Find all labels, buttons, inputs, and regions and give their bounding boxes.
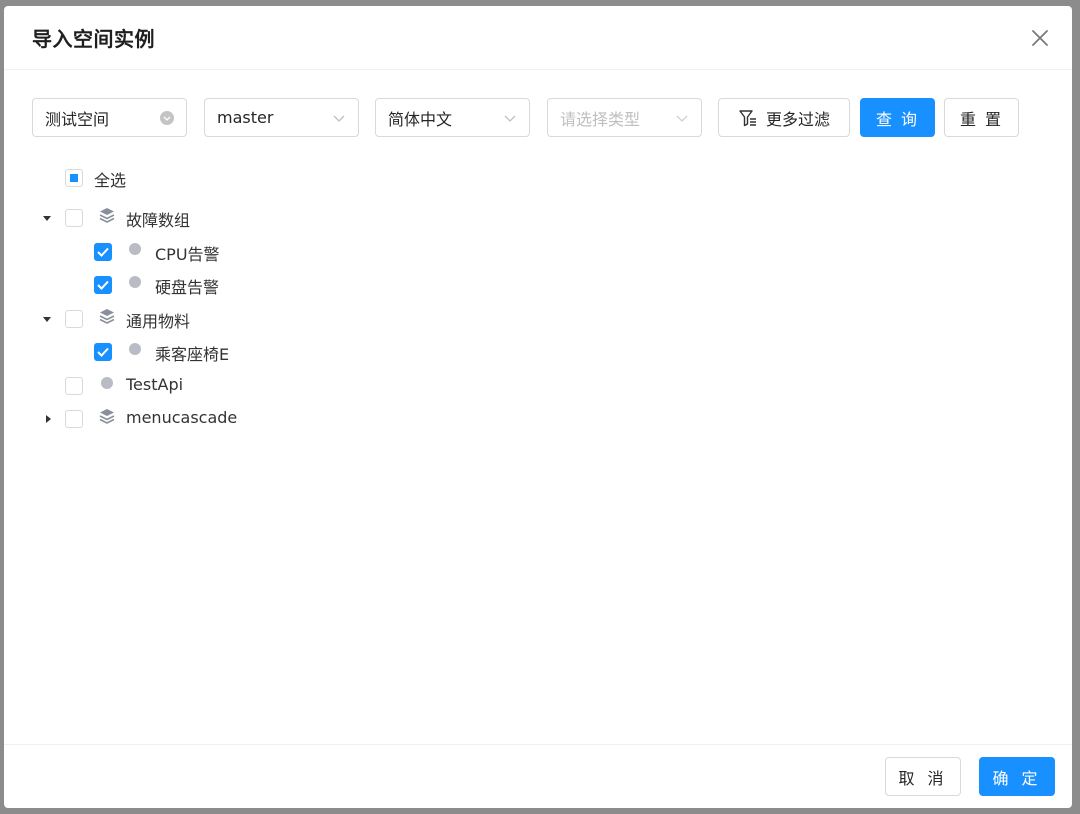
type-select-placeholder: 请选择类型 [560, 109, 641, 129]
tree-node-label: menucascade [126, 408, 238, 427]
language-select-value: 简体中文 [388, 109, 453, 129]
space-select-value: 测试空间 [45, 109, 110, 129]
dot-icon [129, 243, 141, 255]
dot-icon [129, 343, 141, 355]
dot-icon [101, 377, 113, 389]
tree-node[interactable]: 通用物料 [40, 304, 340, 334]
dialog-footer: 取 消 确 定 [4, 744, 1072, 808]
layers-icon [99, 309, 115, 324]
check-icon [97, 247, 109, 257]
more-filters-button[interactable]: 更多过滤 [718, 98, 850, 137]
query-button[interactable]: 查 询 [860, 98, 935, 137]
tree-node-label: 故障数组 [126, 211, 191, 230]
chevron-down-icon [333, 115, 345, 122]
chevron-down-icon [504, 115, 516, 122]
filter-icon [739, 109, 756, 126]
tree-node[interactable]: 乘客座椅E [40, 337, 340, 367]
check-icon [97, 347, 109, 357]
tree-node[interactable]: menucascade [40, 404, 340, 434]
tree-checkbox[interactable] [65, 209, 83, 227]
select-all-checkbox[interactable] [65, 169, 83, 187]
tree-checkbox[interactable] [94, 276, 112, 294]
clear-icon[interactable] [160, 110, 174, 125]
import-instance-dialog: 导入空间实例 测试空间 master 简体中文 请选择类型 更多过滤 查 询 重… [4, 6, 1072, 808]
branch-select[interactable]: master [204, 98, 359, 137]
layers-icon [99, 409, 115, 424]
dialog-title: 导入空间实例 [32, 27, 155, 51]
tree-checkbox[interactable] [94, 343, 112, 361]
tree-node-label: 乘客座椅E [155, 345, 230, 364]
tree-checkbox[interactable] [65, 410, 83, 428]
tree-node[interactable]: TestApi [40, 371, 340, 401]
dialog-header: 导入空间实例 [4, 6, 1072, 70]
reset-label: 重 置 [959, 109, 1004, 129]
space-select[interactable]: 测试空间 [32, 98, 187, 137]
select-all-label: 全选 [94, 171, 127, 190]
more-filters-label: 更多过滤 [765, 109, 830, 129]
branch-select-value: master [217, 108, 274, 127]
layers-icon [99, 208, 115, 223]
ok-label: 确 定 [992, 768, 1042, 788]
query-label: 查 询 [875, 109, 920, 129]
caret-down-icon[interactable] [42, 213, 52, 223]
check-icon [97, 280, 109, 290]
caret-down-icon[interactable] [42, 314, 52, 324]
reset-button[interactable]: 重 置 [944, 98, 1019, 137]
language-select[interactable]: 简体中文 [375, 98, 530, 137]
tree-checkbox[interactable] [94, 243, 112, 261]
tree-checkbox[interactable] [65, 377, 83, 395]
chevron-down-icon [676, 115, 688, 122]
dot-icon [129, 276, 141, 288]
tree-node[interactable]: 故障数组 [40, 203, 340, 233]
close-icon[interactable] [1028, 26, 1052, 50]
select-all-row[interactable]: 全选 [40, 163, 240, 193]
tree-node[interactable]: CPU告警 [40, 237, 340, 267]
tree-node-label: CPU告警 [155, 245, 220, 264]
cancel-label: 取 消 [898, 768, 948, 788]
caret-right-icon[interactable] [43, 414, 53, 424]
tree-node-label: 通用物料 [126, 312, 191, 331]
tree-node[interactable]: 硬盘告警 [40, 270, 340, 300]
type-select[interactable]: 请选择类型 [547, 98, 702, 137]
tree-node-label: 硬盘告警 [155, 278, 220, 297]
tree-node-label: TestApi [126, 375, 184, 394]
cancel-button[interactable]: 取 消 [885, 757, 961, 796]
tree-checkbox[interactable] [65, 310, 83, 328]
ok-button[interactable]: 确 定 [979, 757, 1055, 796]
